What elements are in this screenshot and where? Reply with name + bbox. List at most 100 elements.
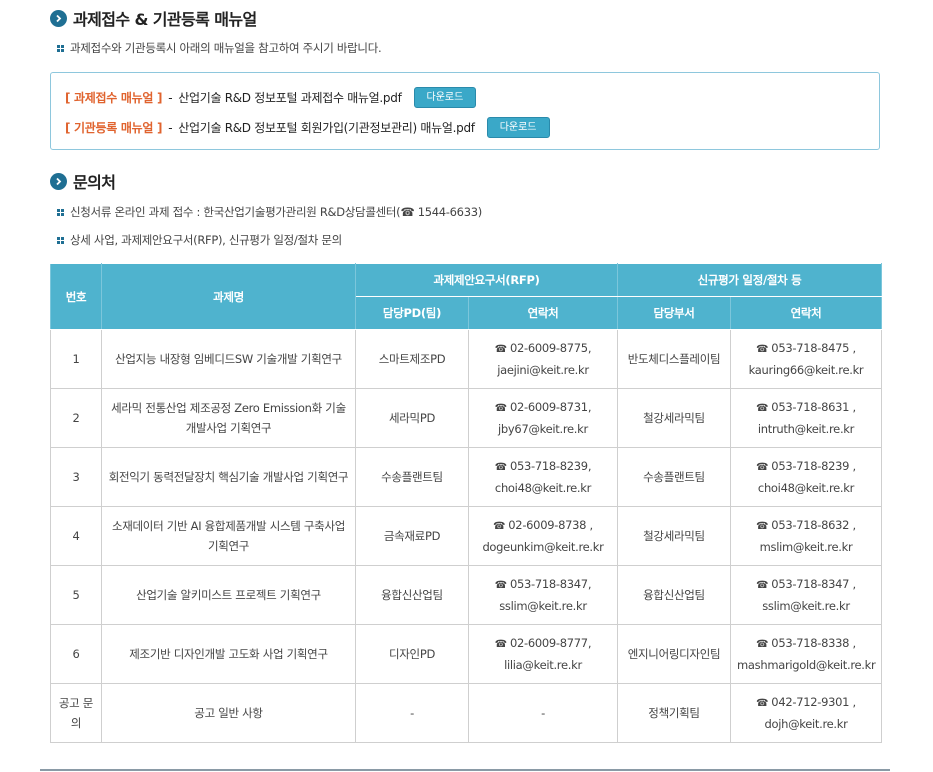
chevron-right-icon (50, 9, 67, 27)
header-title: 과제명 (101, 263, 356, 330)
cell-eval-dept: 수송플랜트팀 (617, 447, 731, 507)
phone-icon: ☎ (494, 403, 507, 414)
rfp-phone: 02-6009-8777, (509, 636, 592, 650)
manual-row: [ 기관등록 매뉴얼 ] - 산업기술 R&D 정보포털 회원가입(기관정보관리… (65, 117, 550, 138)
rfp-email: - (541, 706, 545, 720)
header-eval-dept: 담당부서 (617, 296, 731, 330)
phone-icon: ☎ (494, 462, 507, 473)
eval-phone: 053-718-8239 , (771, 459, 856, 473)
cell-rfp-contact: ☎ 02-6009-8731, jby67@keit.re.kr (468, 388, 618, 448)
cell-eval-contact: ☎ 053-718-8631 , intruth@keit.re.kr (729, 388, 883, 448)
header-eval-contact: 연락처 (729, 296, 883, 330)
contact-note-text: 신청서류 온라인 과제 접수 : 한국산업기술평가관리원 R&D상담콜센터(☎ … (70, 205, 482, 219)
cell-rfp-dept: - (355, 683, 469, 743)
cell-no: 4 (50, 506, 102, 566)
header-rfp-group: 과제제안요구서(RFP) (355, 263, 618, 297)
cell-title: 산업지능 내장형 임베디드SW 기술개발 기획연구 (101, 329, 356, 389)
section-title-contact: 문의처 (50, 169, 116, 193)
cell-rfp-dept: 디자인PD (355, 624, 469, 684)
cell-eval-contact: ☎ 053-718-8632 , mslim@keit.re.kr (729, 506, 883, 566)
rfp-email: sslim@keit.re.kr (499, 599, 587, 613)
table-row: 1 산업지능 내장형 임베디드SW 기술개발 기획연구 스마트제조PD ☎ 02-600… (50, 329, 883, 389)
phone-icon: ☎ (756, 698, 769, 709)
cell-eval-contact: ☎ 053-718-8475 , kauring66@keit.re.kr (729, 329, 883, 389)
cell-eval-contact: ☎ 053-718-8347 , sslim@keit.re.kr (729, 565, 883, 625)
rfp-email: jby67@keit.re.kr (498, 422, 588, 436)
eval-email: kauring66@keit.re.kr (748, 363, 864, 377)
cell-rfp-contact: ☎ 02-6009-8738 , dogeunkim@keit.re.kr (468, 506, 618, 566)
cell-title: 공고 일반 사항 (101, 683, 356, 743)
phone-icon: ☎ (756, 521, 769, 532)
cell-title: 제조기반 디자인개발 고도화 사업 기획연구 (101, 624, 356, 684)
table-row: 5 산업기술 알키미스트 프로젝트 기획연구 융합신산업팀 ☎ 053-718-8347… (50, 565, 883, 625)
bullet-dots-icon (57, 208, 64, 216)
phone-icon: ☎ (493, 521, 506, 532)
cell-eval-dept: 엔지니어링디자인팀 (617, 624, 731, 684)
manual-tag: [ 과제접수 매뉴얼 ] (65, 91, 163, 105)
chevron-right-icon (50, 172, 67, 190)
cell-no: 5 (50, 565, 102, 625)
contact-note: 신청서류 온라인 과제 접수 : 한국산업기술평가관리원 R&D상담콜센터(☎ … (57, 204, 482, 220)
phone-icon: ☎ (494, 344, 507, 355)
eval-email: dojh@keit.re.kr (764, 717, 848, 731)
manual-file-name[interactable]: 산업기술 R&D 정보포털 과제접수 매뉴얼.pdf (178, 89, 402, 106)
cell-eval-dept: 철강세라믹팀 (617, 388, 731, 448)
phone-icon: ☎ (756, 462, 769, 473)
cell-eval-dept: 정책기획팀 (617, 683, 731, 743)
cell-eval-dept: 융합신산업팀 (617, 565, 731, 625)
contact-note-text: 상세 사업, 과제제안요구서(RFP), 신규평가 일정/절차 문의 (70, 233, 342, 247)
contact-note: 상세 사업, 과제제안요구서(RFP), 신규평가 일정/절차 문의 (57, 232, 342, 248)
cell-eval-dept: 반도체디스플레이팀 (617, 329, 731, 389)
cell-rfp-dept: 수송플랜트팀 (355, 447, 469, 507)
eval-phone: 042-712-9301 , (771, 695, 856, 709)
cell-title: 소재데이터 기반 AI 융합제품개발 시스템 구축사업 기획연구 (101, 506, 356, 566)
phone-icon: ☎ (756, 580, 769, 591)
cell-no: 3 (50, 447, 102, 507)
eval-email: mashmarigold@keit.re.kr (737, 658, 876, 672)
section-title-text: 과제접수 & 기관등록 매뉴얼 (73, 10, 257, 29)
phone-icon: ☎ (756, 344, 769, 355)
manual-row: [ 과제접수 매뉴얼 ] - 산업기술 R&D 정보포털 과제접수 매뉴얼.pd… (65, 87, 477, 108)
cell-rfp-contact: ☎ 02-6009-8777, lilia@keit.re.kr (468, 624, 618, 684)
bottom-divider (40, 769, 890, 771)
header-rfp-dept: 담당PD(팀) (355, 296, 469, 330)
phone-icon: ☎ (756, 639, 769, 650)
download-button[interactable]: 다운로드 (413, 87, 477, 108)
cell-rfp-contact: ☎ 053-718-8347, sslim@keit.re.kr (468, 565, 618, 625)
phone-icon: ☎ (494, 639, 507, 650)
table-row: 2 세라믹 전통산업 제조공정 Zero Emission화 기술개발사업 기획연… (50, 388, 883, 448)
cell-title: 회전익기 동력전달장치 핵심기술 개발사업 기획연구 (101, 447, 356, 507)
cell-rfp-contact: - (468, 683, 618, 743)
cell-eval-contact: ☎ 053-718-8239 , choi48@keit.re.kr (729, 447, 883, 507)
cell-rfp-dept: 융합신산업팀 (355, 565, 469, 625)
cell-title: 세라믹 전통산업 제조공정 Zero Emission화 기술개발사업 기획연구 (101, 388, 356, 448)
cell-no: 2 (50, 388, 102, 448)
rfp-phone: 02-6009-8738 , (508, 518, 593, 532)
cell-eval-contact: ☎ 053-718-8338 , mashmarigold@keit.re.kr (729, 624, 883, 684)
rfp-email: lilia@keit.re.kr (504, 658, 582, 672)
cell-rfp-contact: ☎ 02-6009-8775, jaejini@keit.re.kr (468, 329, 618, 389)
cell-title: 산업기술 알키미스트 프로젝트 기획연구 (101, 565, 356, 625)
download-button[interactable]: 다운로드 (486, 117, 550, 138)
manual-file-name[interactable]: 산업기술 R&D 정보포털 회원가입(기관정보관리) 매뉴얼.pdf (178, 119, 475, 136)
bullet-dots-icon (57, 236, 64, 244)
table-row: 공고 문의 공고 일반 사항 - - 정책기획팀 ☎ 042-712-9301 , dojh@… (50, 683, 883, 743)
eval-phone: 053-718-8347 , (771, 577, 856, 591)
cell-eval-contact: ☎ 042-712-9301 , dojh@keit.re.kr (729, 683, 883, 743)
header-eval-group: 신규평가 일정/절차 등 (616, 263, 883, 297)
phone-icon: ☎ (756, 403, 769, 414)
eval-phone: 053-718-8631 , (771, 400, 856, 414)
eval-email: mslim@keit.re.kr (759, 540, 853, 554)
eval-email: intruth@keit.re.kr (757, 422, 855, 436)
eval-phone: 053-718-8632 , (771, 518, 856, 532)
manual-tag: [ 기관등록 매뉴얼 ] (65, 121, 163, 135)
rfp-email: dogeunkim@keit.re.kr (482, 540, 604, 554)
header-no: 번호 (50, 263, 102, 330)
manual-note-text: 과제접수와 기관등록시 아래의 매뉴얼을 참고하여 주시기 바랍니다. (70, 41, 382, 55)
manual-separator: - (168, 120, 173, 135)
cell-eval-dept: 철강세라믹팀 (617, 506, 731, 566)
rfp-phone: 053-718-8347, (509, 577, 592, 591)
cell-no: 6 (50, 624, 102, 684)
eval-email: choi48@keit.re.kr (757, 481, 855, 495)
section-title-text: 문의처 (73, 173, 116, 192)
